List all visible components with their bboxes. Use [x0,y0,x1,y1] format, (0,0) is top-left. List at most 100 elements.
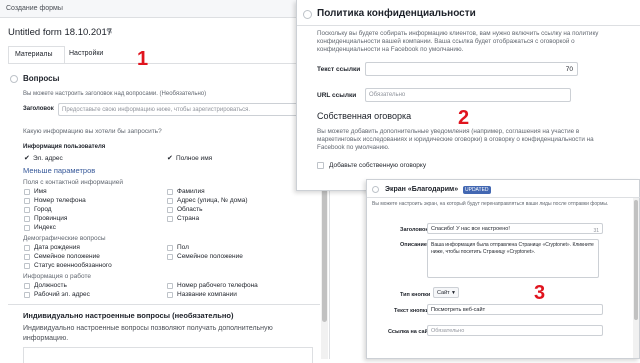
tab-settings[interactable]: Настройки [69,50,103,57]
checkbox-city[interactable] [24,207,30,213]
work-email-label: Рабочий эл. адрес [34,291,90,298]
checkbox-address[interactable] [167,198,173,204]
first-name-label: Имя [34,188,47,195]
privacy-divider [297,25,640,26]
fullname-label: Полное имя [176,155,213,162]
thank-you-desc-text: Вы можете настроить экран, на который бу… [372,201,609,207]
fullname-check-icon[interactable]: ✔ [167,155,173,162]
add-disclaimer-checkbox[interactable] [317,162,324,169]
privacy-policy-panel: Политика конфиденциальности Поскольку вы… [296,0,640,191]
checkbox-job-title[interactable] [24,283,30,289]
button-type-value: Сайт [437,290,450,296]
annotation-2: 2 [458,107,470,129]
thank-you-panel: Экран «Благодарим» UPDATED Вы можете нас… [366,179,640,359]
custom-divider [8,304,320,305]
last-name-label: Фамилия [177,188,205,195]
button-text-input[interactable]: Посмотреть веб-сайт [427,304,603,315]
contact-group-label: Поля с контактной информацией [23,179,123,186]
fewer-params-link[interactable]: Меньше параметров [23,166,95,175]
checkbox-zip[interactable] [24,225,30,231]
link-text-input[interactable]: 70 [365,62,578,76]
custom-questions-desc: Индивидуально настроенные вопросы позвол… [23,324,313,344]
link-text-label: Текст ссылки [317,66,361,73]
ty-scrollbar[interactable] [633,198,639,358]
checkbox-marital-2[interactable] [167,254,173,260]
company-label: Название компании [177,291,237,298]
button-text-value: Посмотреть веб-сайт [431,307,486,313]
privacy-desc: Поскольку вы будете собирать информацию … [317,30,617,54]
work-group-label: Информация о работе [23,273,91,280]
site-link-placeholder: Обязательно [431,328,465,334]
disclaimer-desc-text: Вы можете добавить дополнительные уведом… [317,128,594,151]
ty-headline-input[interactable]: Спасибо! У нас все настроено! 31 [427,223,603,234]
button-type-select[interactable]: Сайт ▼ [433,287,459,298]
button-text-label: Текст кнопки [394,308,429,314]
privacy-desc-text: Поскольку вы будете собирать информацию … [317,30,599,53]
chevron-down-icon: ▼ [451,290,456,296]
ty-headline-counter: 31 [593,228,599,234]
ty-description-value: Ваша информация была отправлена Странице… [431,242,594,255]
annotation-1: 1 [137,48,149,70]
link-text-counter: 70 [565,66,573,73]
thank-you-desc: Вы можете настроить экран, на который бу… [372,201,622,208]
questions-desc: Вы можете настроить заголовок над вопрос… [23,91,207,97]
checkbox-last-name[interactable] [167,189,173,195]
checkbox-birthdate[interactable] [24,245,30,251]
ask-label: Какую информацию вы хотели бы запросить? [23,128,162,135]
headline-label: Заголовок [23,106,54,112]
site-link-label: Ссылка на сайт [388,329,431,335]
checkbox-country[interactable] [167,216,173,222]
form-title[interactable]: Untitled form 18.10.2017 [8,27,112,38]
form-editor-panel: Создание формы Untitled form 18.10.2017 … [0,0,330,363]
gender-label: Пол [177,244,189,251]
checkbox-province[interactable] [24,216,30,222]
zip-label: Индекс [34,224,56,231]
url-input[interactable]: Обязательно [365,88,571,102]
marital-2-label: Семейное положение [177,253,243,260]
ty-scrollbar-thumb[interactable] [634,200,638,320]
thank-you-radio[interactable] [372,186,379,193]
custom-desc-text: Индивидуально настроенные вопросы позвол… [23,325,273,342]
region-label: Область [177,206,203,213]
updated-badge: UPDATED [463,186,491,194]
birthdate-label: Дата рождения [34,244,80,251]
user-info-label: Информация пользователя [23,144,106,150]
tab-materials-label: Материалы [15,51,53,58]
tab-materials[interactable]: Материалы [8,46,65,63]
privacy-title: Политика конфиденциальности [317,8,476,19]
headline-input[interactable]: Предоставьте свою информацию ниже, чтобы… [58,103,298,116]
checkbox-first-name[interactable] [24,189,30,195]
ty-headline-label: Заголовок [400,227,429,233]
pencil-icon[interactable]: ✎ [106,27,113,36]
disclaimer-desc: Вы можете добавить дополнительные уведом… [317,128,617,152]
thank-you-divider [367,197,640,198]
url-placeholder: Обязательно [369,92,406,98]
add-disclaimer-label: Добавьте собственную оговорку [329,162,427,169]
checkbox-military[interactable] [24,263,30,269]
header-title: Создание формы [6,5,63,12]
disclaimer-title: Собственная оговорка [317,111,412,121]
ty-description-textarea[interactable]: Ваша информация была отправлена Странице… [427,239,599,278]
questions-title: Вопросы [23,74,60,83]
marital-label: Семейное положение [34,253,100,260]
panel-header: Создание формы [0,0,330,18]
checkbox-company[interactable] [167,292,173,298]
tabs-divider [8,63,320,64]
address-label: Адрес (улица, № дома) [177,197,248,204]
email-check-icon[interactable]: ✔ [24,155,30,162]
phone-label: Номер телефона [34,197,86,204]
checkbox-phone[interactable] [24,198,30,204]
checkbox-work-email[interactable] [24,292,30,298]
country-label: Страна [177,215,200,222]
demo-group-label: Демографические вопросы [23,235,106,242]
email-label: Эл. адрес [33,155,63,162]
checkbox-work-phone[interactable] [167,283,173,289]
questions-radio[interactable] [10,75,18,83]
custom-questions-box[interactable] [23,347,313,363]
privacy-radio[interactable] [303,10,312,19]
checkbox-marital[interactable] [24,254,30,260]
site-link-input[interactable]: Обязательно [427,325,603,336]
checkbox-region[interactable] [167,207,173,213]
province-label: Провинция [34,215,68,222]
checkbox-gender[interactable] [167,245,173,251]
